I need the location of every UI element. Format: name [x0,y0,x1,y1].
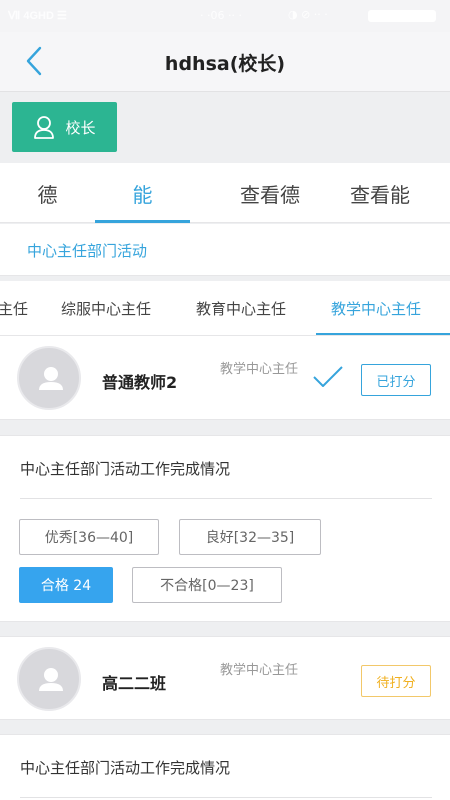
page-title: hdhsa(校长) [164,53,286,75]
option-pass[interactable]: 合格 24 [19,567,113,603]
tab-view-neng[interactable]: 查看能 [335,163,425,223]
status-badge[interactable]: 已打分 [361,364,431,396]
tab-view-de[interactable]: 查看德 [225,163,315,223]
avatar-placeholder-icon [39,367,63,390]
subtab-director-partial[interactable]: 主任 [0,298,28,319]
sub-tabs: 主任 综服中心主任 教育中心主任 教学中心主任 [0,281,450,336]
main-tabs: 德 能 查看德 查看能 [0,163,450,223]
nav-bar: hdhsa(校长) [0,32,450,92]
divider [20,797,432,798]
avatar [17,647,81,711]
score-card: 中心主任部门活动工作完成情况 [0,734,450,800]
avatar-placeholder-icon [39,668,63,691]
tab-de[interactable]: 德 [0,163,95,223]
status-icons: ◑ ⊘ ·· · [288,8,328,21]
person-card[interactable]: 普通教师2 教学中心主任 已打分 [0,336,450,420]
person-name: 普通教师2 [102,373,178,392]
subtab-general-service[interactable]: 综服中心主任 [61,298,151,319]
signal-indicator: Ⅶ 4GHD ☰ [8,10,67,22]
role-button-label: 校长 [65,118,96,137]
tab-neng[interactable]: 能 [95,163,190,223]
battery-icon [368,10,436,22]
role-area: 校长 [0,93,450,163]
person-name: 高二二班 [102,674,167,693]
check-icon [313,366,343,387]
score-item-title: 中心主任部门活动工作完成情况 [20,460,231,478]
subtab-teaching[interactable]: 教学中心主任 [331,298,421,319]
option-excellent[interactable]: 优秀[36—40] [19,519,159,555]
active-tab-indicator [95,220,190,223]
person-department: 教学中心主任 [220,362,299,377]
status-bar: Ⅶ 4GHD ☰ · ·06 ·· · ◑ ⊘ ·· · [0,0,450,32]
option-fail[interactable]: 不合格[0—23] [132,567,282,603]
role-button[interactable]: 校长 [12,102,117,152]
clock-text: · ·06 ·· · [200,9,242,22]
score-item-title: 中心主任部门活动工作完成情况 [20,759,231,777]
subtab-education[interactable]: 教育中心主任 [196,298,286,319]
section-label: 中心主任部门活动 [27,242,148,260]
avatar [17,346,81,410]
person-card[interactable]: 高二二班 教学中心主任 待打分 [0,636,450,720]
user-icon [34,116,55,139]
status-badge[interactable]: 待打分 [361,665,431,697]
option-good[interactable]: 良好[32—35] [179,519,321,555]
person-department: 教学中心主任 [220,663,299,678]
divider [20,498,432,499]
section-header: 中心主任部门活动 [0,224,450,276]
score-card: 中心主任部门活动工作完成情况 优秀[36—40] 良好[32—35] 合格 24… [0,435,450,622]
